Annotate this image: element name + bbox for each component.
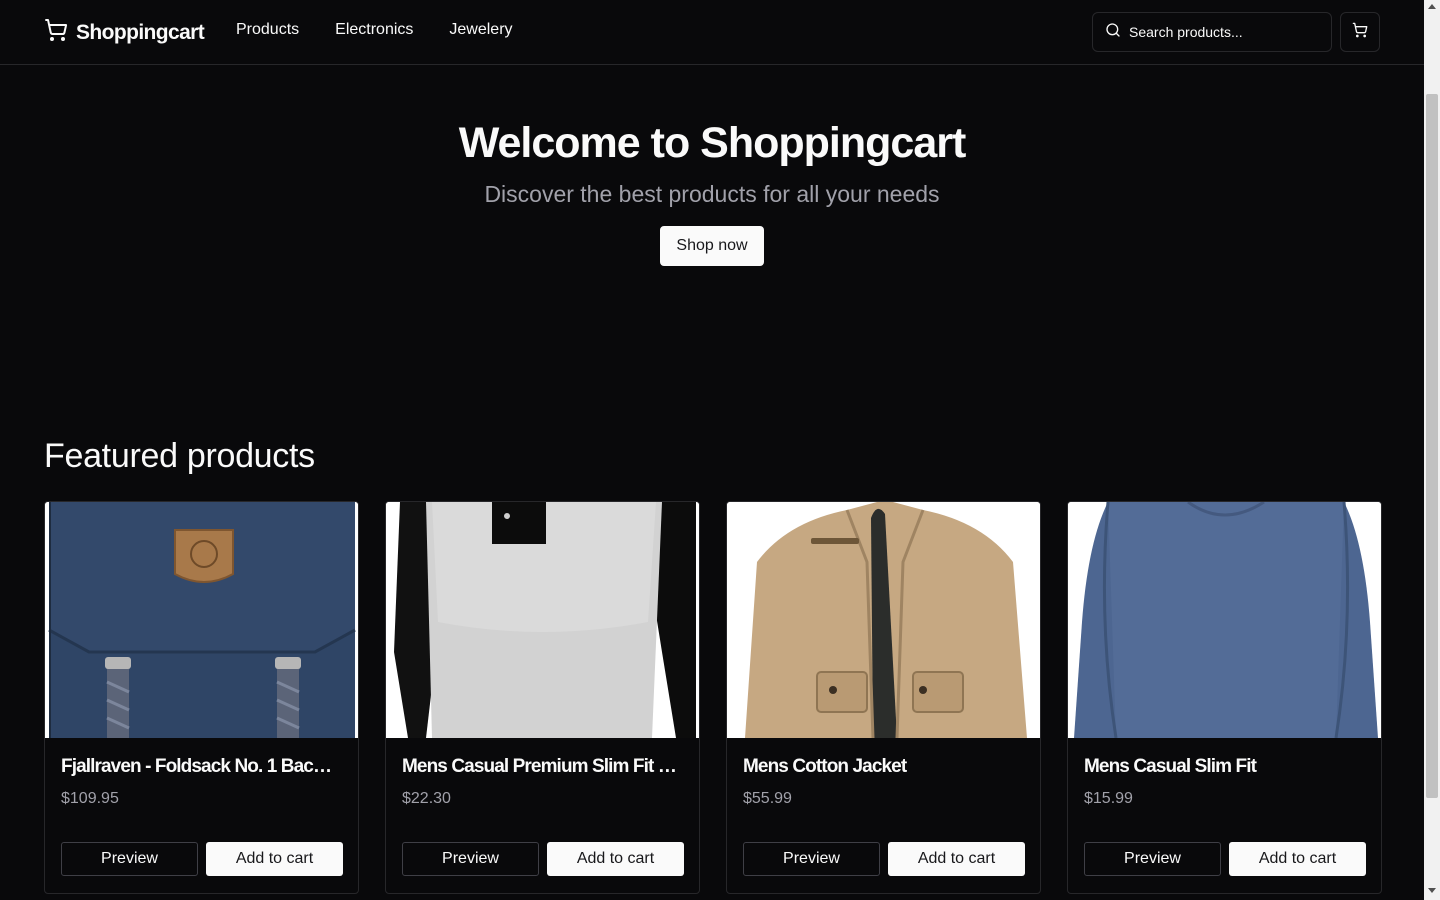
product-title[interactable]: Mens Casual Premium Slim Fit T-Shirts [402,756,682,778]
product-price: $55.99 [743,790,792,807]
add-to-cart-button[interactable]: Add to cart [1229,842,1366,876]
search-box[interactable] [1092,12,1332,52]
product-title[interactable]: Mens Casual Slim Fit [1084,756,1364,778]
add-to-cart-button[interactable]: Add to cart [888,842,1025,876]
product-image-blue-longsleeve[interactable] [1068,502,1381,738]
cart-icon [1352,22,1368,43]
brand-name: Shoppingcart [76,20,205,44]
scroll-down-arrow-icon[interactable] [1428,888,1436,893]
product-image-raglan-tshirt[interactable] [386,502,699,738]
scrollbar-thumb[interactable] [1426,94,1438,798]
product-card: Mens Casual Slim Fit $15.99 Preview Add … [1067,501,1382,894]
preview-button[interactable]: Preview [402,842,539,876]
preview-button[interactable]: Preview [61,842,198,876]
cart-icon [44,18,68,47]
product-actions: Preview Add to cart [402,842,684,876]
search-input[interactable] [1129,24,1319,40]
hero-subtitle: Discover the best products for all your … [484,181,940,207]
product-card: Mens Cotton Jacket $55.99 Preview Add to… [726,501,1041,894]
featured-products-heading: Featured products [44,437,315,475]
shop-now-button[interactable]: Shop now [660,226,764,266]
search-icon [1105,22,1121,43]
nav-jewelery[interactable]: Jewelery [449,21,512,39]
brand-logo[interactable]: Shoppingcart [44,18,205,47]
scroll-up-arrow-icon[interactable] [1428,4,1436,9]
nav-products[interactable]: Products [236,21,299,39]
product-grid: Fjallraven - Foldsack No. 1 Backpack, Fi… [44,501,1382,894]
product-title[interactable]: Fjallraven - Foldsack No. 1 Backpack, Fi… [61,756,341,778]
product-image-cotton-jacket[interactable] [727,502,1040,738]
product-card: Mens Casual Premium Slim Fit T-Shirts $2… [385,501,700,894]
top-navigation: Shoppingcart Products Electronics Jewele… [0,0,1424,65]
product-card: Fjallraven - Foldsack No. 1 Backpack, Fi… [44,501,359,894]
product-price: $109.95 [61,790,119,807]
product-image-backpack[interactable] [45,502,358,738]
product-price: $15.99 [1084,790,1133,807]
add-to-cart-button[interactable]: Add to cart [206,842,343,876]
product-actions: Preview Add to cart [743,842,1025,876]
add-to-cart-button[interactable]: Add to cart [547,842,684,876]
preview-button[interactable]: Preview [1084,842,1221,876]
product-actions: Preview Add to cart [61,842,343,876]
preview-button[interactable]: Preview [743,842,880,876]
page-scrollbar[interactable] [1424,0,1440,900]
hero-title: Welcome to Shoppingcart [458,119,967,167]
hero-section: Welcome to Shoppingcart Discover the bes… [0,118,1424,266]
nav-electronics[interactable]: Electronics [335,21,413,39]
product-price: $22.30 [402,790,451,807]
product-title[interactable]: Mens Cotton Jacket [743,756,1023,778]
main-nav: Products Electronics Jewelery [236,21,513,39]
product-actions: Preview Add to cart [1084,842,1366,876]
page: Shoppingcart Products Electronics Jewele… [0,0,1424,900]
cart-button[interactable] [1340,12,1380,52]
